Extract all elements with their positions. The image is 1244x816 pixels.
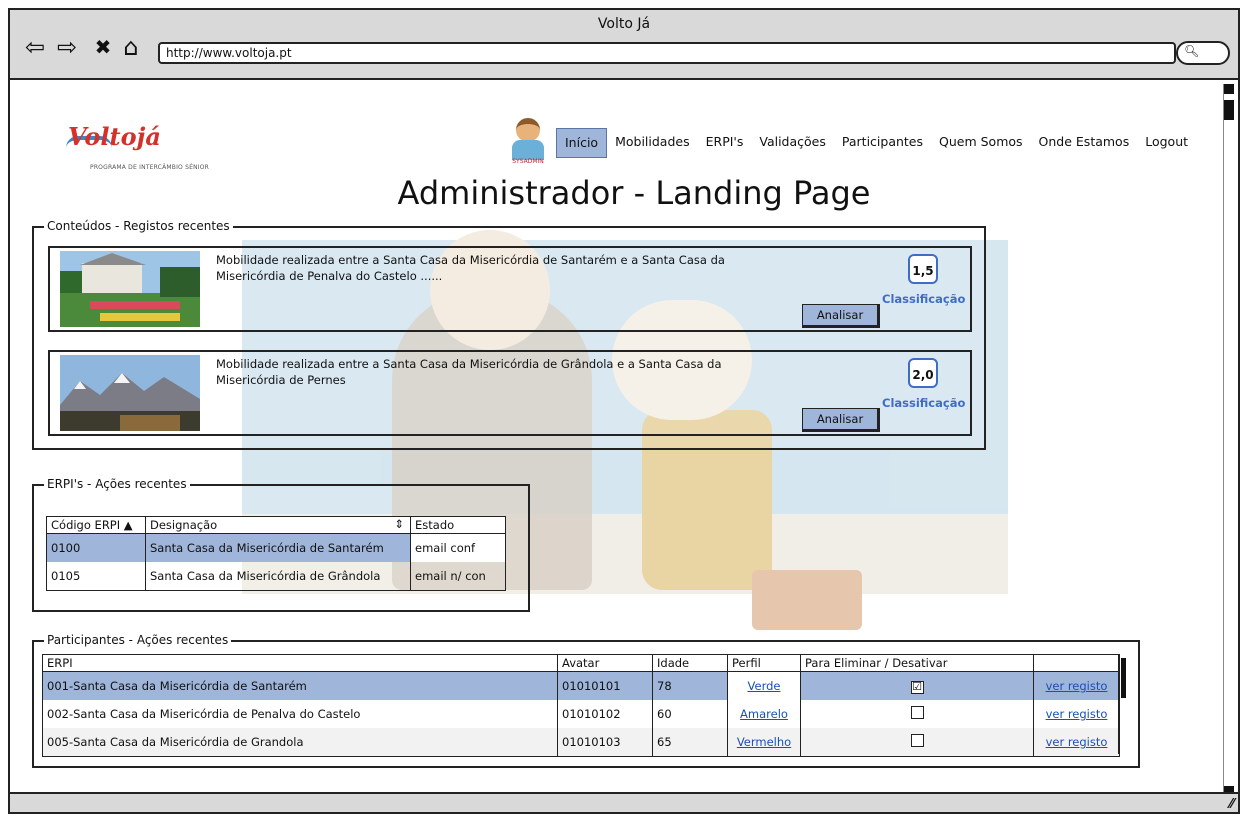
ver-registo-link[interactable]: ver registo [1046,735,1108,749]
rating-badge: 2,0 [908,358,938,388]
content-card: Mobilidade realizada entre a Santa Casa … [48,246,972,332]
table-row[interactable]: 001-Santa Casa da Misericórdia de Santar… [42,671,1120,700]
scroll-up-icon[interactable] [1224,84,1234,94]
page-scrollbar[interactable] [1223,84,1234,796]
nav-item-validacoes[interactable]: Validações [751,128,834,156]
user-avatar[interactable]: SYSADMIN [510,118,546,166]
perfil-link[interactable]: Vermelho [737,735,791,749]
close-icon[interactable]: ✖ [90,34,116,60]
cell-designacao: Santa Casa da Misericórdia de Santarém [145,533,411,562]
logo-subtitle: PROGRAMA DE INTERCÂMBIO SÉNIOR [90,164,210,171]
section-legend: ERPI's - Ações recentes [44,476,190,492]
erpis-table: Código ERPI ▲ Designação ⇕ Estado 0100 Sa… [46,516,506,591]
column-header-designacao[interactable]: Designação ⇕ [145,516,411,534]
logo-text: Voltojá [68,122,161,151]
perfil-link[interactable]: Amarelo [740,707,788,721]
table-scrollbar[interactable] [1118,654,1128,754]
nav-item-mobilidades[interactable]: Mobilidades [607,128,698,156]
card-description: Mobilidade realizada entre a Santa Casa … [216,253,725,283]
cell-idade: 65 [652,728,728,757]
cell-codigo: 0100 [46,533,146,562]
avatar-caption: SYSADMIN [512,158,544,165]
analisar-button[interactable]: Analisar [802,408,880,432]
cell-idade: 78 [652,671,728,700]
participantes-table: ERPI Avatar Idade Perfil Para Eliminar /… [42,654,1120,757]
mountain-landscape-image [60,355,200,431]
cell-idade: 60 [652,700,728,728]
page-content: Voltojá PROGRAMA DE INTERCÂMBIO SÉNIOR S… [10,80,1238,796]
mansion-garden-image [60,251,200,327]
cell-avatar: 01010102 [557,700,653,728]
rating-label: Classificação [882,292,966,306]
cell-avatar: 01010103 [557,728,653,757]
cell-erpi: 001-Santa Casa da Misericórdia de Santar… [42,671,558,700]
search-icon: 🔍︎ [1184,44,1200,58]
browser-statusbar: ⁄⁄ [10,792,1238,812]
nav-item-participantes[interactable]: Participantes [834,128,931,156]
column-header-erpi[interactable]: ERPI [42,654,558,672]
section-participantes: Participantes - Ações recentes ERPI Avat… [32,632,1140,768]
ver-registo-link[interactable]: ver registo [1046,679,1108,693]
column-header-avatar[interactable]: Avatar [557,654,653,672]
column-header-eliminar[interactable]: Para Eliminar / Desativar [800,654,1034,672]
table-row[interactable]: 005-Santa Casa da Misericórdia de Grando… [42,728,1120,757]
eliminar-checkbox[interactable]: ☑ [910,680,924,694]
table-row[interactable]: 0100 Santa Casa da Misericórdia de Santa… [46,533,506,562]
ver-registo-link[interactable]: ver registo [1046,707,1108,721]
rating-label: Classificação [882,396,966,410]
home-icon[interactable]: ⌂ [118,34,144,60]
table-row[interactable]: 002-Santa Casa da Misericórdia de Penalv… [42,700,1120,728]
column-header-label: Designação [150,518,218,532]
arrow-left-icon[interactable]: ⇦ [22,34,48,60]
column-header-perfil[interactable]: Perfil [727,654,801,672]
main-nav: Início Mobilidades ERPI's Validações Par… [556,128,1196,158]
perfil-link[interactable]: Verde [748,679,781,693]
nav-item-onde-estamos[interactable]: Onde Estamos [1031,128,1138,156]
rating-badge: 1,5 [908,254,938,284]
nav-item-quem-somos[interactable]: Quem Somos [931,128,1031,156]
browser-titlebar: Volto Já ⇦ ⇨ ✖ ⌂ http://www.voltoja.pt 🔍… [10,10,1238,80]
cell-designacao: Santa Casa da Misericórdia de Grândola [145,562,411,591]
arrow-right-icon[interactable]: ⇨ [54,34,80,60]
eliminar-checkbox[interactable] [910,734,924,747]
page-title: Administrador - Landing Page [397,174,871,212]
section-legend: Conteúdos - Registos recentes [44,218,233,234]
cell-erpi: 005-Santa Casa da Misericórdia de Grando… [42,728,558,757]
section-conteudos: Conteúdos - Registos recentes Mobilidade… [32,218,986,450]
scroll-thumb[interactable] [1224,100,1234,120]
card-description: Mobilidade realizada entre a Santa Casa … [216,357,722,387]
eliminar-checkbox[interactable] [910,706,924,719]
browser-window: Volto Já ⇦ ⇨ ✖ ⌂ http://www.voltoja.pt 🔍… [8,8,1240,814]
nav-item-logout[interactable]: Logout [1137,128,1196,156]
nav-item-erpis[interactable]: ERPI's [698,128,752,156]
voltoja-logo[interactable]: Voltojá PROGRAMA DE INTERCÂMBIO SÉNIOR [60,116,230,182]
resize-grip-icon[interactable]: ⁄⁄ [1230,797,1234,812]
cell-codigo: 0105 [46,562,146,591]
column-header-acoes [1033,654,1120,672]
nav-item-inicio[interactable]: Início [556,128,608,158]
url-input[interactable]: http://www.voltoja.pt [158,42,1176,64]
cell-estado: email n/ con [410,562,506,591]
section-legend: Participantes - Ações recentes [44,632,232,648]
cell-estado: email conf [410,533,506,562]
column-header-codigo[interactable]: Código ERPI ▲ [46,516,146,534]
analisar-button[interactable]: Analisar [802,304,880,328]
search-button[interactable]: 🔍︎ [1176,41,1230,65]
cell-erpi: 002-Santa Casa da Misericórdia de Penalv… [42,700,558,728]
window-title: Volto Já [597,16,651,32]
sort-icon[interactable]: ⇕ [394,517,404,531]
content-card: Mobilidade realizada entre a Santa Casa … [48,350,972,436]
cell-avatar: 01010101 [557,671,653,700]
column-header-idade[interactable]: Idade [652,654,728,672]
section-erpis: ERPI's - Ações recentes Código ERPI ▲ De… [32,476,530,612]
column-header-estado[interactable]: Estado [410,516,506,534]
table-row[interactable]: 0105 Santa Casa da Misericórdia de Grând… [46,562,506,591]
